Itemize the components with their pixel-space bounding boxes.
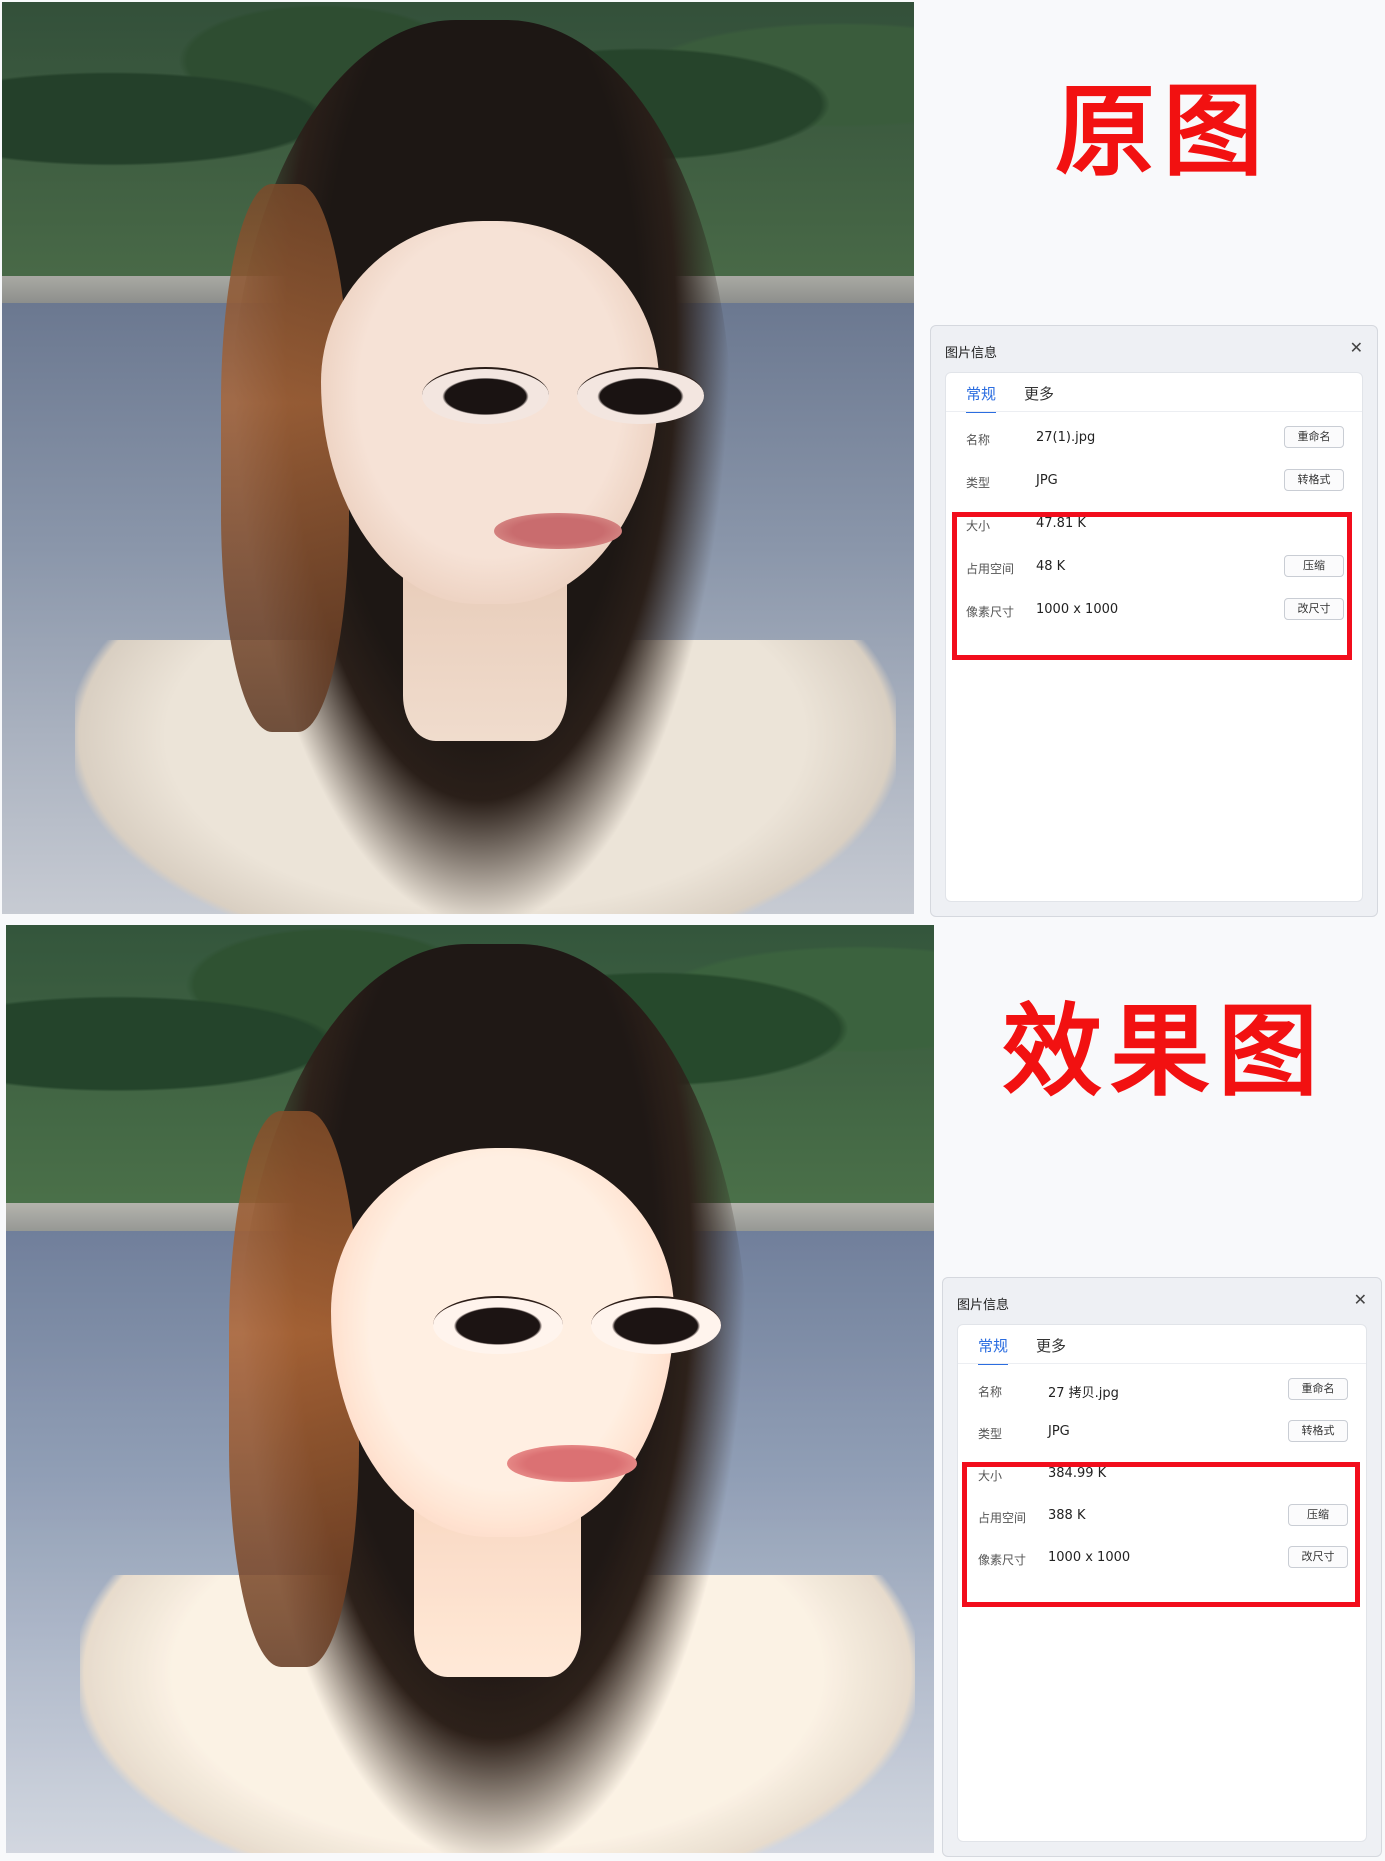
close-icon[interactable]: ✕ xyxy=(1350,338,1363,357)
file-type-value: JPG xyxy=(1048,1424,1070,1439)
row-label: 名称 xyxy=(978,1385,1003,1399)
original-title: 原图 xyxy=(1055,73,1271,190)
rename-button[interactable]: 重命名 xyxy=(1284,426,1344,448)
info-row-type: 类型 JPG 转格式 xyxy=(978,1419,1348,1447)
result-title: 效果图 xyxy=(1002,993,1326,1110)
row-label: 名称 xyxy=(966,433,991,447)
original-photo xyxy=(2,2,914,914)
tab-more[interactable]: 更多 xyxy=(1024,383,1054,413)
comparison-page: 原图 图片信息 ✕ 常规 更多 名称 27(1).jpg 重命名 类型 JPG … xyxy=(0,0,1385,1861)
info-row-type: 类型 JPG 转格式 xyxy=(966,468,1344,496)
file-name-value: 27 拷贝.jpg xyxy=(1048,1386,1119,1401)
info-row-name: 名称 27(1).jpg 重命名 xyxy=(966,425,1344,453)
tab-general[interactable]: 常规 xyxy=(978,1335,1009,1365)
panel-heading: 图片信息 xyxy=(957,1298,1010,1313)
tab-general[interactable]: 常规 xyxy=(966,383,997,413)
rename-button[interactable]: 重命名 xyxy=(1288,1378,1348,1400)
file-type-value: JPG xyxy=(1036,473,1058,488)
row-label: 类型 xyxy=(978,1427,1003,1441)
file-name-value: 27(1).jpg xyxy=(1036,430,1096,445)
info-row-name: 名称 27 拷贝.jpg 重命名 xyxy=(978,1377,1348,1405)
row-label: 类型 xyxy=(966,476,991,490)
convert-format-button[interactable]: 转格式 xyxy=(1288,1420,1348,1442)
panel-heading: 图片信息 xyxy=(945,346,998,361)
tab-more[interactable]: 更多 xyxy=(1036,1335,1066,1365)
highlight-box-result xyxy=(962,1462,1360,1607)
close-icon[interactable]: ✕ xyxy=(1354,1290,1367,1309)
convert-format-button[interactable]: 转格式 xyxy=(1284,469,1344,491)
highlight-box-original xyxy=(952,512,1352,660)
enhanced-photo xyxy=(6,925,934,1853)
